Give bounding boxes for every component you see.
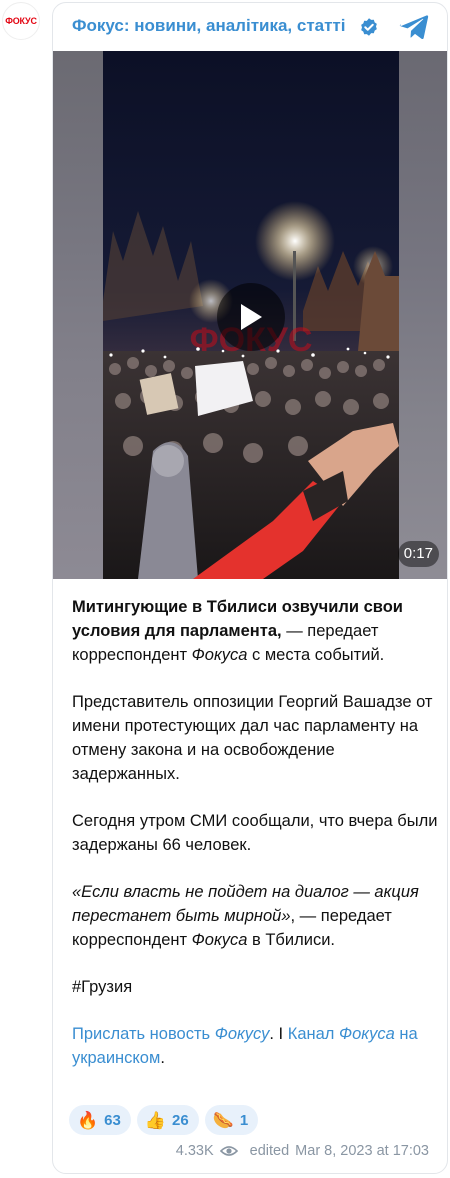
avatar-logo-text: ФОКУС [5,16,37,26]
text-span: в Тбилиси. [247,931,335,949]
post-paragraph-5: #Грузия [72,975,442,999]
hotdog-icon: 🌭 [212,1110,234,1130]
post-paragraph-2: Представитель оппозиции Георгий Вашадзе … [72,693,433,783]
post-paragraph-1: Митингующие в Тбилиси озвучили свои усло… [72,595,442,667]
reaction-count: 26 [172,1111,189,1129]
play-icon [241,304,262,330]
post-meta: 4.33K edited Mar 8, 2023 at 17:03 [176,1143,429,1159]
reaction-thumbs-up[interactable]: 👍 26 [136,1105,199,1135]
telegram-plane-icon[interactable] [399,14,429,40]
post-paragraph-3: Сегодня утром СМИ сообщали, что вчера бы… [72,812,438,854]
video-blur-left [53,51,103,579]
text-span: . [160,1049,165,1067]
reaction-count: 1 [239,1111,249,1129]
verified-check-icon [361,18,377,36]
text-italic: Фокуса [191,931,248,949]
channel-title[interactable]: Фокус: новини, аналітика, статті [72,16,346,36]
video-duration: 0:17 [397,541,439,567]
link-text: Прислать новость [72,1025,215,1043]
post-date[interactable]: Mar 8, 2023 at 17:03 [295,1143,429,1159]
post-paragraph-6: Прислать новость Фокусу. I Канал Фокуса … [72,1022,442,1070]
link-text-italic: Фокусу [214,1025,270,1043]
post-text: Митингующие в Тбилиси озвучили свои усло… [72,595,442,1093]
reaction-hotdog[interactable]: 🌭 1 [204,1105,259,1135]
post-paragraph-4: «Если власть не пойдет на диалог — акция… [72,880,442,952]
video-player[interactable]: ФОКУС 0:17 [53,51,447,579]
video-blur-right [399,51,447,579]
edited-label: edited [249,1143,290,1159]
post-card: Фокус: новини, аналітика, статті 0:17 Ми… [52,2,448,1174]
channel-avatar[interactable]: ФОКУС [2,2,40,40]
link-separator: . I [269,1025,288,1043]
eye-icon [219,1146,238,1156]
link-text: Канал [287,1025,340,1043]
link-text-italic: Фокуса [339,1025,395,1043]
hashtag-link[interactable]: #Грузия [72,978,132,996]
thumbs-up-icon: 👍 [144,1110,167,1130]
view-count: 4.33K [175,1143,214,1159]
fire-icon: 🔥 [77,1110,99,1130]
reaction-count: 63 [104,1111,121,1129]
reactions-bar: 🔥 63 👍 26 🌭 1 [69,1105,259,1135]
post-header: Фокус: новини, аналітика, статті [53,3,447,51]
play-button[interactable] [217,283,285,351]
send-news-link[interactable]: Прислать новость Фокусу [72,1025,269,1043]
text-italic: Фокуса [191,646,248,664]
reaction-fire[interactable]: 🔥 63 [69,1105,131,1135]
text-span: с места событий. [247,646,385,664]
